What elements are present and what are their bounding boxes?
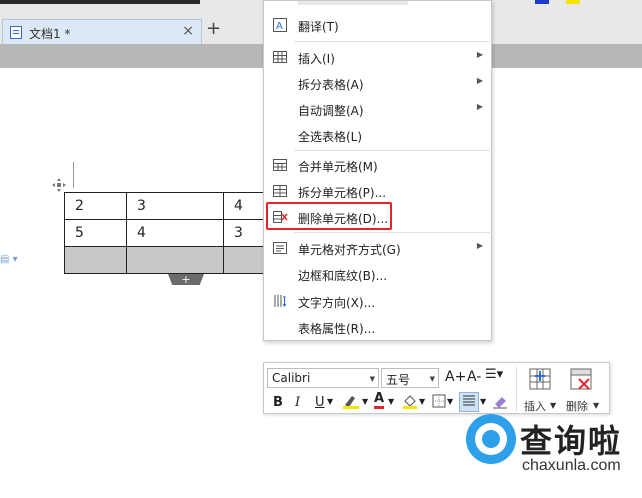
text-direction-icon (272, 293, 288, 309)
submenu-arrow-icon: ▶ (476, 102, 483, 111)
chevron-down-icon: ▼ (429, 375, 435, 383)
align-button[interactable] (459, 392, 479, 412)
menu-separator (294, 41, 490, 42)
toolbar-cut-edge (0, 0, 200, 4)
insert-button-label[interactable]: 插入 (524, 398, 546, 414)
borders-icon[interactable] (431, 393, 447, 413)
menu-item-insert[interactable]: 插入(I) ▶ (264, 44, 491, 70)
close-tab-icon[interactable]: × (182, 23, 194, 39)
table-row-selected (64, 246, 284, 274)
watermark-domain: chaxunla.com (522, 457, 621, 474)
context-menu: A 翻译(T) 插入(I) ▶ 拆分表格(A) ▶ 自动调整(A) ▶ 全选表格… (263, 0, 492, 341)
font-size-select[interactable]: 五号 ▼ (381, 368, 439, 388)
font-color-button[interactable]: A (374, 392, 385, 409)
menu-item-merge-cells[interactable]: 合并单元格(M) (264, 152, 491, 178)
delete-button-label[interactable]: 删除 (566, 398, 588, 414)
grow-font-button[interactable]: A+ (445, 369, 466, 385)
document-tab-title: 文档1 * (29, 27, 71, 41)
mini-toolbar: Calibri ▼ 五号 ▼ A+ A- ☰▾ B I U ▼ ▼ A ▼ ▼ … (263, 362, 610, 414)
chevron-down-icon: ▼ (369, 375, 375, 383)
table-insert-icon (272, 49, 288, 65)
list-format-button[interactable]: ☰▾ (485, 367, 503, 382)
table-move-handle-icon[interactable] (52, 178, 66, 192)
chevron-down-icon[interactable]: ▼ (480, 397, 486, 406)
toolbar-separator (516, 367, 517, 411)
menu-item-autofit[interactable]: 自动调整(A) ▶ (264, 96, 491, 122)
cell-align-icon (272, 240, 288, 256)
shrink-font-button[interactable]: A- (467, 369, 481, 385)
menu-item-text-direction[interactable]: 文字方向(X)... (264, 288, 491, 314)
add-row-button[interactable]: + (168, 274, 204, 285)
chevron-down-icon[interactable]: ▼ (447, 397, 453, 406)
table-cell-selected[interactable] (126, 246, 224, 274)
chevron-down-icon[interactable]: ▼ (362, 397, 368, 406)
font-name-select[interactable]: Calibri ▼ (267, 368, 379, 388)
document-tab[interactable]: 文档1 * × (2, 19, 202, 44)
menu-separator (294, 232, 490, 233)
watermark-logo-icon (466, 414, 516, 464)
menu-item-cut-off[interactable] (264, 1, 491, 7)
document-icon (10, 26, 22, 39)
submenu-arrow-icon: ▶ (476, 76, 483, 85)
table-row: 2 3 4 (64, 192, 284, 220)
watermark-title: 查询啦 (520, 422, 623, 460)
menu-item-table-properties[interactable]: 表格属性(R)... (264, 314, 491, 340)
menu-item-split-cells[interactable]: 拆分单元格(P)... (264, 178, 491, 204)
table-cell[interactable]: 2 (64, 192, 127, 220)
table-cell[interactable]: 3 (126, 192, 224, 220)
chevron-down-icon[interactable]: ▼ (550, 401, 556, 410)
svg-text:A: A (276, 21, 283, 32)
highlight-pen-icon[interactable] (342, 393, 360, 413)
chevron-down-icon[interactable]: ▼ (593, 401, 599, 410)
chevron-down-icon[interactable]: ▼ (419, 397, 425, 406)
new-tab-button[interactable]: + (206, 20, 221, 38)
highlight-box (266, 202, 392, 230)
translate-icon: A (272, 17, 288, 33)
table-cell[interactable]: 5 (64, 219, 127, 247)
text-cursor (73, 162, 74, 188)
chevron-down-icon[interactable]: ▼ (388, 397, 394, 406)
submenu-arrow-icon: ▶ (476, 241, 483, 250)
menu-separator (294, 150, 490, 151)
insert-table-icon[interactable] (528, 367, 552, 395)
color-swatch-blue[interactable] (535, 0, 549, 4)
menu-item-translate[interactable]: A 翻译(T) (264, 12, 491, 38)
document-table[interactable]: 2 3 4 5 4 3 (64, 192, 284, 274)
eraser-icon[interactable] (492, 393, 508, 413)
submenu-arrow-icon: ▶ (476, 50, 483, 59)
menu-item-select-table[interactable]: 全选表格(L) (264, 122, 491, 148)
merge-cells-icon (272, 157, 288, 173)
table-cell-selected[interactable] (64, 246, 127, 274)
menu-item-borders-shading[interactable]: 边框和底纹(B)... (264, 261, 491, 287)
bold-button[interactable]: B (273, 395, 283, 410)
paste-options-icon[interactable]: ▤ ▾ (0, 254, 18, 265)
color-swatch-yellow[interactable] (566, 0, 580, 4)
fill-bucket-icon[interactable] (402, 393, 418, 413)
italic-button[interactable]: I (295, 395, 300, 410)
table-row: 5 4 3 (64, 219, 284, 247)
menu-item-cell-alignment[interactable]: 单元格对齐方式(G) ▶ (264, 235, 491, 261)
split-cells-icon (272, 183, 288, 199)
underline-button[interactable]: U (315, 395, 325, 410)
chevron-down-icon[interactable]: ▼ (327, 397, 333, 406)
delete-table-icon[interactable] (569, 367, 593, 395)
table-cell[interactable]: 4 (126, 219, 224, 247)
menu-item-split-table[interactable]: 拆分表格(A) ▶ (264, 70, 491, 96)
